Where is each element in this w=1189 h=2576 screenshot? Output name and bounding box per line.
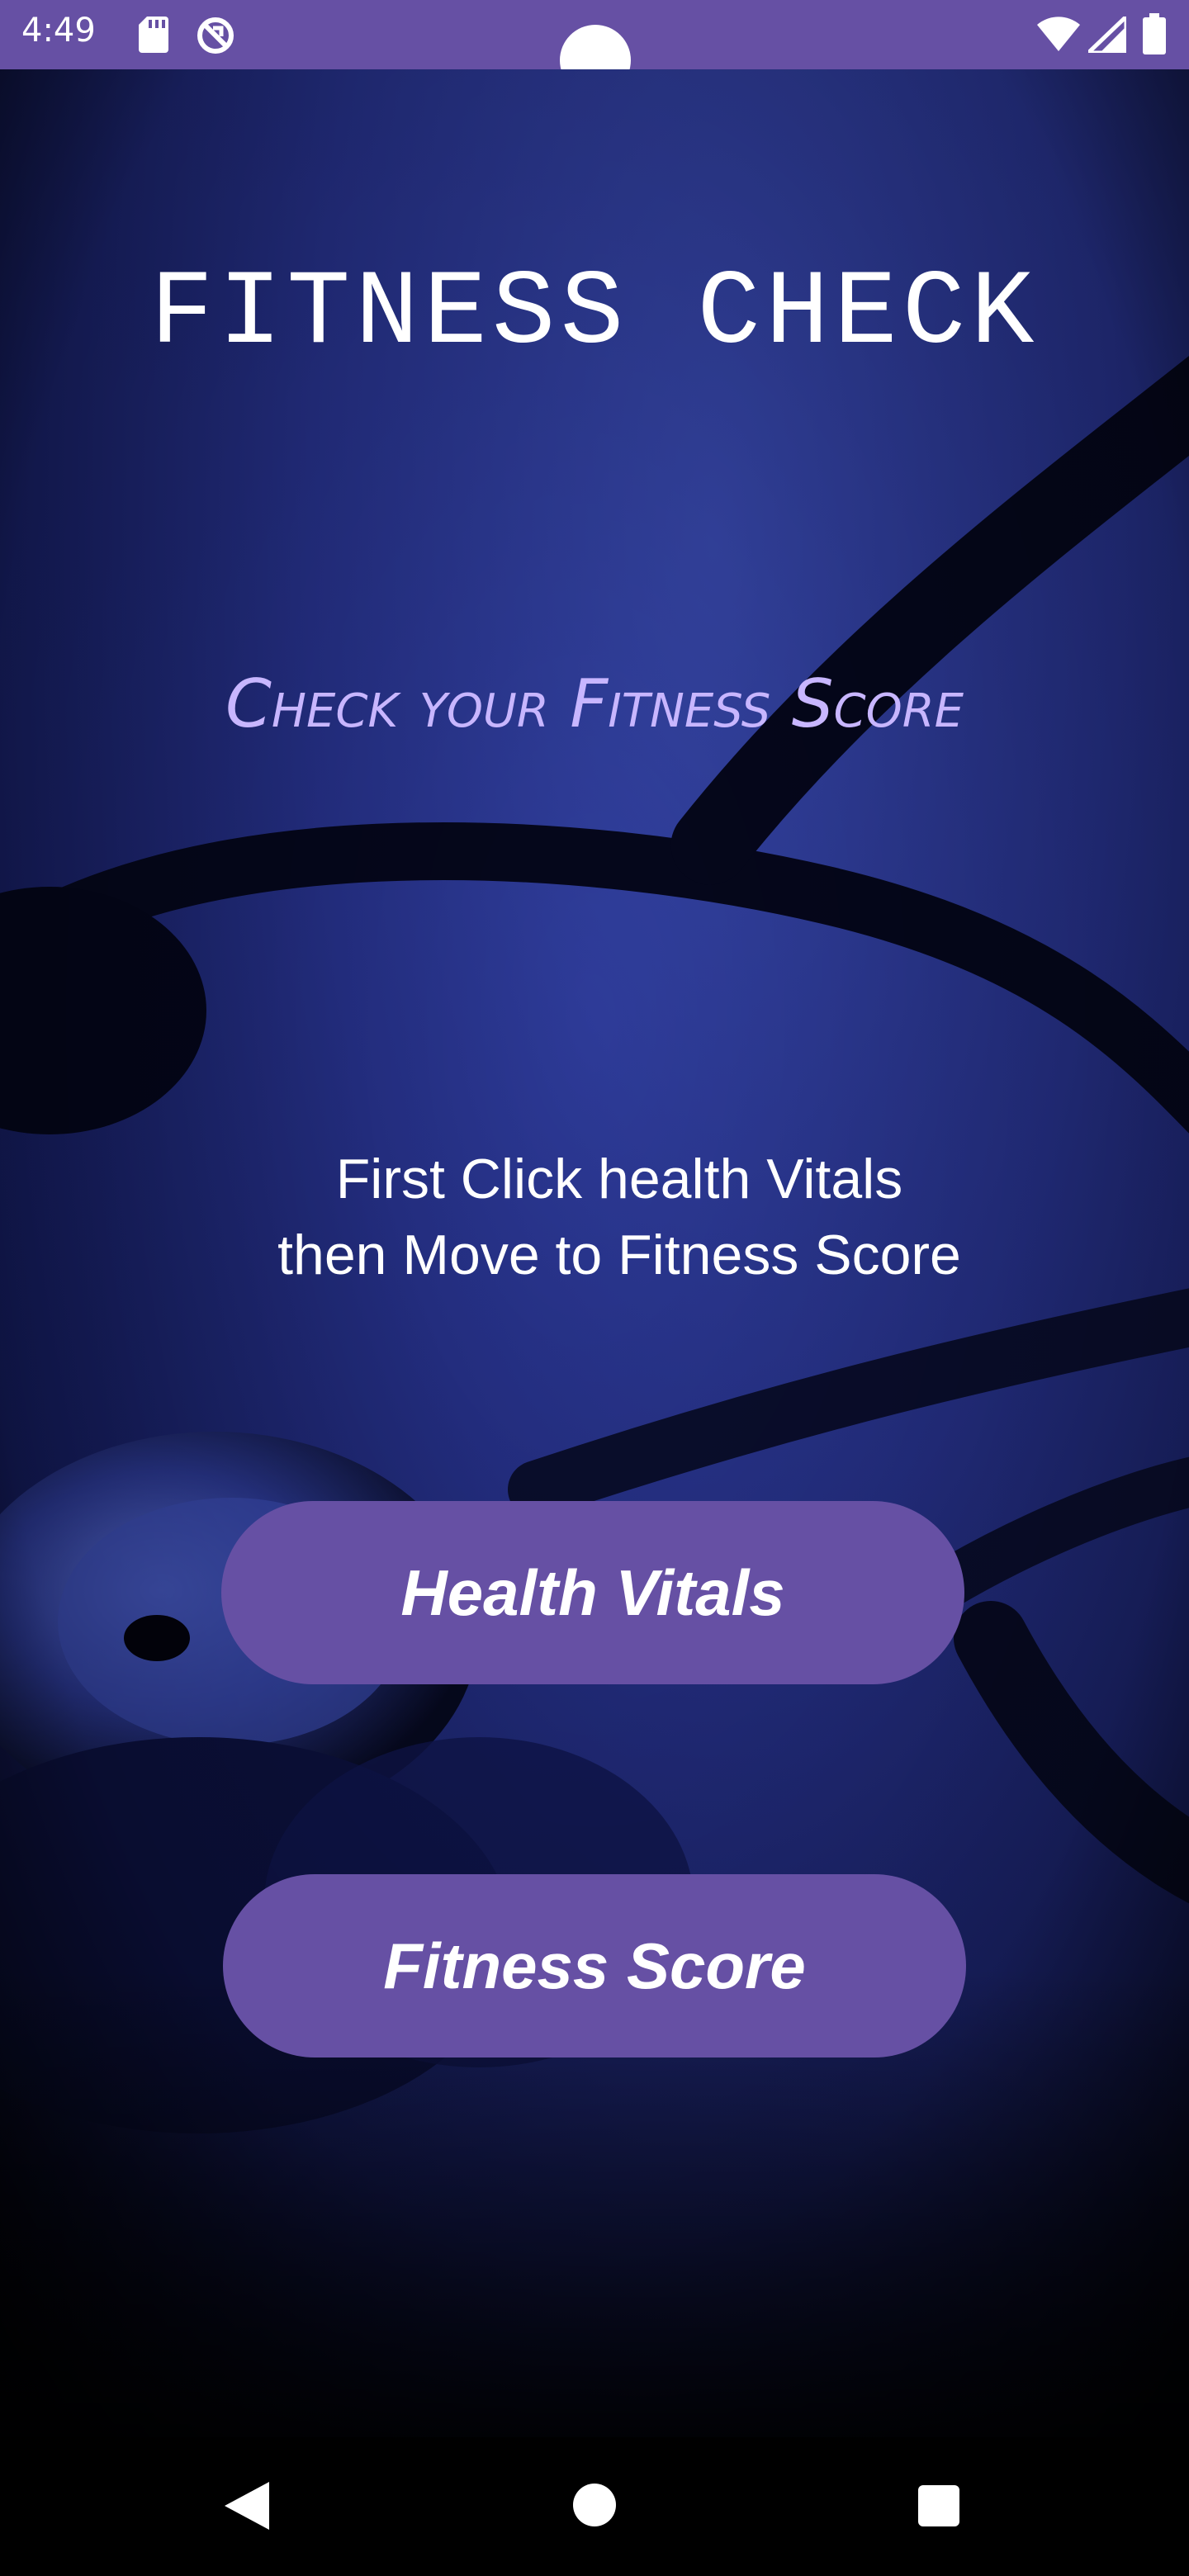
navigation-bar	[0, 2437, 1189, 2576]
home-icon[interactable]	[573, 2484, 616, 2526]
fitness-score-button[interactable]: Fitness Score	[223, 1874, 966, 2057]
sd-card-icon	[139, 17, 168, 53]
signal-icon	[1088, 17, 1126, 53]
battery-icon	[1143, 13, 1166, 54]
instructions: First Click health Vitals then Move to F…	[0, 1141, 1189, 1293]
back-icon[interactable]	[225, 2482, 269, 2530]
wifi-icon	[1037, 17, 1080, 51]
status-time: 4:49	[21, 12, 96, 50]
recents-icon[interactable]	[918, 2485, 959, 2526]
subtitle: Check your Fitness Score	[225, 665, 964, 742]
app-title: FITNESS CHECK	[149, 254, 1040, 374]
instruction-line-1: First Click health Vitals	[335, 1148, 903, 1210]
instruction-line-2: then Move to Fitness Score	[277, 1224, 961, 1286]
health-vitals-button[interactable]: Health Vitals	[221, 1501, 964, 1684]
sync-off-icon	[197, 17, 234, 54]
